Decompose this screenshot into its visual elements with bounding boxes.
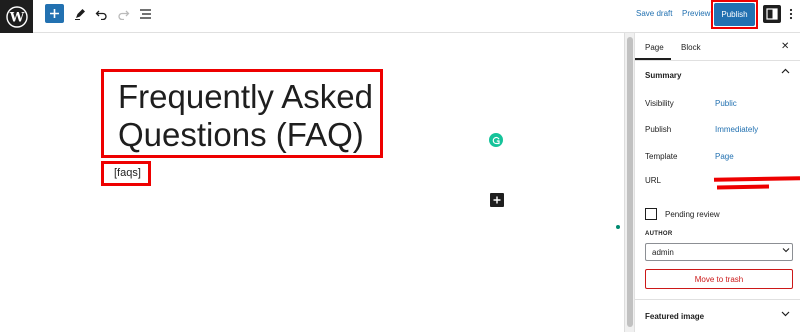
block-inserter-button[interactable] <box>45 4 64 23</box>
publish-label: Publish <box>645 125 672 134</box>
author-value: admin <box>652 248 674 257</box>
undo-icon[interactable] <box>93 6 109 22</box>
sidebar-tabs: Page Block ✕ <box>635 33 800 61</box>
page-title-line2: Questions (FAQ) <box>118 116 364 153</box>
svg-text:W: W <box>8 10 24 25</box>
author-label: AUTHOR <box>645 231 673 237</box>
pending-review-label[interactable]: Pending review <box>665 210 720 219</box>
pending-review-checkbox[interactable] <box>645 208 657 220</box>
close-icon[interactable]: ✕ <box>781 41 789 52</box>
section-divider <box>635 299 800 300</box>
edit-pencil-icon[interactable] <box>72 6 88 22</box>
canvas-scrollbar[interactable] <box>624 33 634 332</box>
url-redaction-mark-2 <box>716 184 770 190</box>
document-overview-icon[interactable] <box>137 6 153 22</box>
chevron-down-icon[interactable] <box>781 309 790 321</box>
preview-button[interactable]: Preview <box>682 9 710 18</box>
chevron-up-icon[interactable] <box>781 67 790 79</box>
summary-heading[interactable]: Summary <box>645 71 681 80</box>
visibility-label: Visibility <box>645 99 674 108</box>
visibility-value[interactable]: Public <box>715 99 737 108</box>
editor-toolbar: W Save draft Preview Publish <box>0 0 800 33</box>
url-redaction-mark <box>713 176 800 182</box>
publish-value[interactable]: Immediately <box>715 125 758 134</box>
page-title-line1: Frequently Asked <box>118 78 373 115</box>
active-tab-indicator <box>635 58 671 60</box>
chevron-down-icon <box>782 246 790 256</box>
editor-canvas[interactable]: Frequently Asked Questions (FAQ) [faqs] <box>0 33 624 332</box>
status-dot <box>616 225 620 229</box>
author-select[interactable]: admin <box>645 243 793 261</box>
settings-panel-icon[interactable] <box>763 5 781 23</box>
shortcode-block[interactable]: [faqs] <box>114 167 141 179</box>
featured-image-heading[interactable]: Featured image <box>645 312 704 321</box>
template-value[interactable]: Page <box>715 152 734 161</box>
save-draft-button[interactable]: Save draft <box>636 9 672 18</box>
tab-block[interactable]: Block <box>681 43 701 52</box>
grammarly-icon[interactable] <box>489 133 503 147</box>
tab-page[interactable]: Page <box>645 43 664 52</box>
settings-sidebar: Page Block ✕ Summary Visibility Public P… <box>634 33 800 332</box>
url-label: URL <box>645 176 662 185</box>
page-title[interactable]: Frequently Asked Questions (FAQ) <box>118 78 373 154</box>
shortcode-annotation-box: [faqs] <box>101 161 151 186</box>
redo-icon[interactable] <box>115 6 131 22</box>
template-label: Template <box>645 152 678 161</box>
publish-button[interactable]: Publish <box>714 3 755 26</box>
add-block-icon[interactable] <box>490 193 504 207</box>
scrollbar-thumb[interactable] <box>627 37 633 327</box>
title-annotation-box: Frequently Asked Questions (FAQ) <box>101 69 383 158</box>
move-to-trash-button[interactable]: Move to trash <box>645 269 793 289</box>
more-options-icon[interactable] <box>786 6 796 22</box>
wordpress-logo-icon[interactable]: W <box>0 0 33 33</box>
